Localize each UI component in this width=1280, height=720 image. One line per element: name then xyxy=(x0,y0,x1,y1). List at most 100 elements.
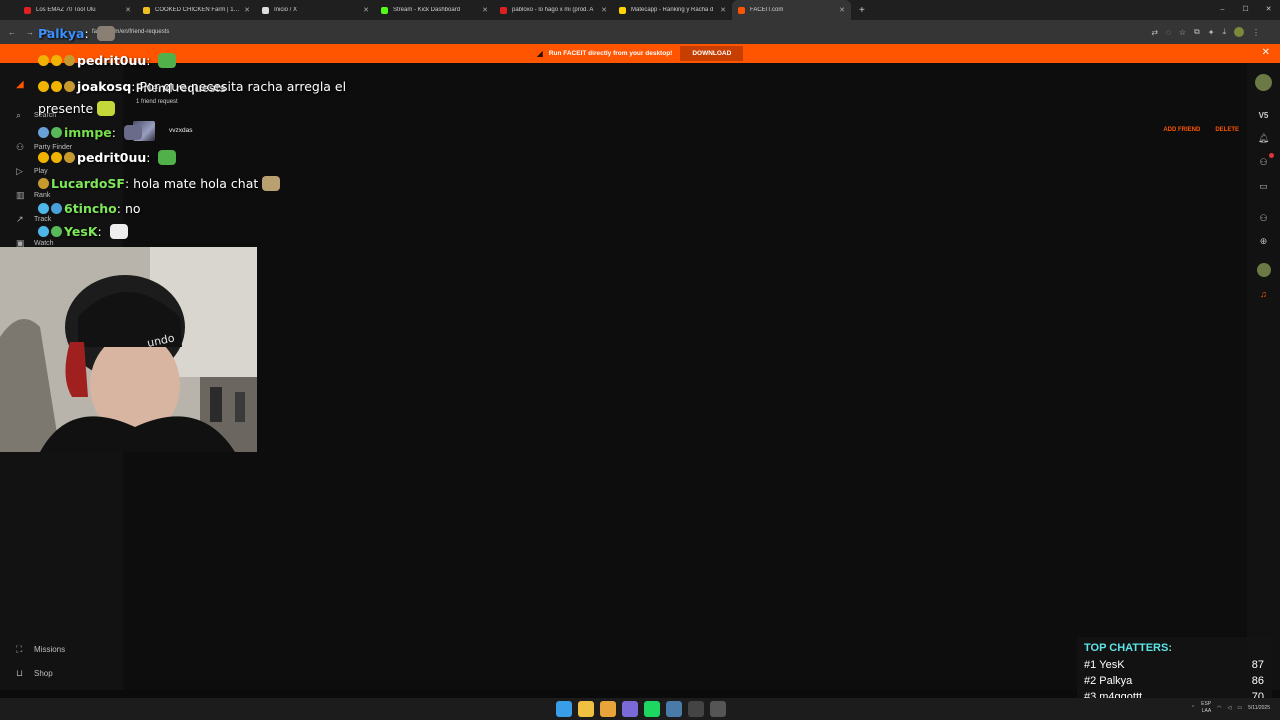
eye-off-icon[interactable]: ◌ xyxy=(1166,28,1171,37)
chat-emote-icon xyxy=(97,101,116,116)
extension-icon[interactable]: ⧉ xyxy=(1194,27,1200,37)
chat-username: Palkya xyxy=(38,26,85,41)
chat-badge-icon xyxy=(38,226,49,237)
tray-chevron-icon[interactable]: ⌃ xyxy=(1191,705,1195,711)
spotify-icon[interactable] xyxy=(644,701,660,717)
steam-icon[interactable] xyxy=(666,701,682,717)
level-badge[interactable]: V5 xyxy=(1247,111,1280,120)
tab-close-icon[interactable]: ✕ xyxy=(244,6,250,14)
chatter-score: 87 xyxy=(1251,659,1264,671)
windows-taskbar: ⌃ ESP LAA ◠ ◁ ▭ 5/11/2025 xyxy=(0,698,1280,720)
chatter-name: YesK xyxy=(1099,659,1125,671)
windows-start-icon[interactable] xyxy=(556,701,572,717)
chat-message: pedrit0uu: xyxy=(38,150,177,165)
browser-tab[interactable]: Stream - Kick Dashboard ✕ xyxy=(375,0,494,20)
headset-icon[interactable]: ♫ xyxy=(1247,289,1280,299)
bell-icon[interactable]: 🔔︎ xyxy=(1247,133,1280,144)
obs-icon[interactable] xyxy=(688,701,704,717)
clock[interactable]: 5/11/2025 xyxy=(1248,705,1270,712)
chat-emote-icon xyxy=(96,26,115,41)
language-indicator[interactable]: ESP LAA xyxy=(1201,701,1211,715)
chat-badge-icon xyxy=(38,178,49,189)
chatter-rank: #2 xyxy=(1084,675,1097,687)
notification-dot xyxy=(1269,153,1274,158)
browser-tab[interactable]: Matecapp - Ranking y Racha d ✕ xyxy=(613,0,732,20)
browser-toolbar-right: ⇄ ◌ ☆ ⧉ ✦ ⤓ ⋮ xyxy=(1151,20,1260,44)
chat-icon[interactable]: ▭ xyxy=(1247,181,1280,192)
tab-favicon-icon xyxy=(500,6,507,14)
tab-close-icon[interactable]: ✕ xyxy=(839,6,845,14)
profile-avatar[interactable] xyxy=(1234,27,1244,37)
user-avatar[interactable] xyxy=(1255,74,1272,91)
tab-close-icon[interactable]: ✕ xyxy=(601,6,607,14)
screen: Los EMAZ 70 Tool Ulu ✕ COOKED CHICKEN Farm… xyxy=(0,0,1280,720)
tab-favicon-icon xyxy=(24,6,31,14)
bookmark-star-icon[interactable]: ☆ xyxy=(1179,28,1186,37)
add-friend-button[interactable]: ADD FRIEND xyxy=(1163,127,1200,133)
browser-tab[interactable]: Los EMAZ 70 Tool Ulu ✕ xyxy=(18,0,137,20)
top-chatter-row: #1 YesK 87 xyxy=(1084,659,1264,671)
chat-username: pedrit0uu xyxy=(77,150,147,165)
browser-tab[interactable]: FACEIT.com ✕ xyxy=(732,0,851,20)
tab-close-icon[interactable]: ✕ xyxy=(720,6,726,14)
chat-emote-icon xyxy=(158,150,177,165)
nav-item-shop[interactable]: ⊔ Shop xyxy=(16,668,53,679)
chat-separator: : xyxy=(84,26,93,41)
chrome-icon[interactable] xyxy=(600,701,616,717)
minimize-button[interactable]: – xyxy=(1211,0,1234,20)
banner-close-icon[interactable]: ✕ xyxy=(1262,47,1270,58)
chat-separator: : xyxy=(146,150,155,165)
new-tab-button[interactable]: + xyxy=(859,5,865,16)
chatter-name: Palkya xyxy=(1099,675,1133,687)
tab-favicon-icon xyxy=(738,6,745,14)
browser-tab[interactable]: Inicio / X ✕ xyxy=(256,0,375,20)
browser-tab[interactable]: pabloxo - lo hago x mi (prod. A ✕ xyxy=(494,0,613,20)
download-button[interactable]: DOWNLOAD xyxy=(680,46,744,61)
tab-title: Stream - Kick Dashboard xyxy=(393,7,461,13)
translate-icon[interactable]: ⇄ xyxy=(1151,28,1158,37)
language-code: ESP xyxy=(1201,701,1212,707)
friend-avatar[interactable] xyxy=(1257,263,1271,277)
tab-close-icon[interactable]: ✕ xyxy=(482,6,488,14)
maximize-button[interactable]: ☐ xyxy=(1234,0,1257,20)
browser-tab[interactable]: COOKED CHICKEN Farm | 1.21... ✕ xyxy=(137,0,256,20)
nav-item-missions[interactable]: ⛶ Missions xyxy=(16,644,65,655)
browser-tab-strip: Los EMAZ 70 Tool Ulu ✕ COOKED CHICKEN Farm… xyxy=(0,0,1280,20)
delete-button[interactable]: DELETE xyxy=(1215,127,1239,133)
chat-badge-icon xyxy=(51,81,62,92)
chat-text: hola mate hola chat xyxy=(133,176,259,191)
browser-menu-icon[interactable]: ⋮ xyxy=(1252,28,1260,37)
tab-favicon-icon xyxy=(619,6,626,14)
chat-message: pedrit0uu: xyxy=(38,53,177,68)
party-icon[interactable]: ⚇ xyxy=(1247,213,1280,224)
faceit-icon[interactable] xyxy=(710,701,726,717)
faceit-logo-icon: ◢ xyxy=(536,49,543,58)
file-explorer-icon[interactable] xyxy=(578,701,594,717)
chat-badge-icon xyxy=(38,55,49,66)
chat-message: YesK: xyxy=(38,224,128,239)
chat-emote-icon xyxy=(262,176,281,191)
missions-icon: ⛶ xyxy=(16,644,23,654)
tab-close-icon[interactable]: ✕ xyxy=(125,6,131,14)
chat-message: LucardoSF: hola mate hola chat xyxy=(38,176,281,191)
volume-icon[interactable]: ◁ xyxy=(1228,705,1232,711)
close-window-button[interactable]: ✕ xyxy=(1257,0,1280,20)
tab-favicon-icon xyxy=(143,6,150,14)
system-tray: ⌃ ESP LAA ◠ ◁ ▭ 5/11/2025 xyxy=(1191,701,1270,715)
friends-icon[interactable]: ⚇ xyxy=(1247,157,1280,168)
nav-item-label: Missions xyxy=(34,645,66,654)
battery-icon[interactable]: ▭ xyxy=(1237,705,1242,711)
chat-emote-icon xyxy=(109,224,128,239)
wifi-icon[interactable]: ◠ xyxy=(1217,705,1221,711)
extensions-puzzle-icon[interactable]: ✦ xyxy=(1208,28,1215,37)
chat-badge-icon xyxy=(38,127,49,138)
chat-username: YesK xyxy=(64,224,98,239)
nav-item-label: Shop xyxy=(34,669,53,678)
downloads-icon[interactable]: ⤓ xyxy=(1222,27,1226,37)
chat-separator: : xyxy=(124,176,134,191)
tab-close-icon[interactable]: ✕ xyxy=(363,6,369,14)
add-icon[interactable]: ⊕ xyxy=(1247,236,1280,247)
chat-username: 6tincho xyxy=(64,201,117,216)
chat-text: Por que necesita racha arregla el xyxy=(139,79,347,94)
discord-icon[interactable] xyxy=(622,701,638,717)
